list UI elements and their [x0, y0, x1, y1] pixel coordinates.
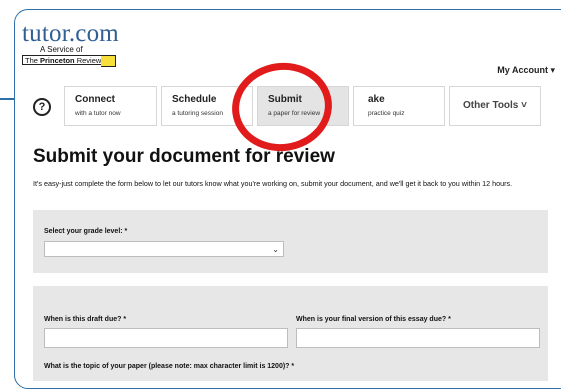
chevron-down-icon: ▾	[550, 65, 555, 75]
brand-suffix: Review	[74, 56, 102, 65]
tab-connect-title: Connect	[75, 94, 115, 105]
intro-text: It's easy-just complete the form below t…	[33, 179, 513, 188]
tab-other-tools[interactable]: Other Tools ˅	[449, 86, 541, 126]
my-account-menu[interactable]: My Account ▾	[497, 65, 555, 76]
tab-take-quiz[interactable]: ake practice quiz	[353, 86, 445, 126]
topic-label: What is the topic of your paper (please …	[44, 363, 295, 370]
main-nav: ? Connect with a tutor now Schedule a tu…	[0, 86, 561, 128]
tab-schedule[interactable]: Schedule a tutoring session	[161, 86, 253, 126]
tab-submit-subtitle: a paper for review	[268, 110, 321, 117]
draft-due-input[interactable]	[44, 328, 288, 348]
due-dates-panel: When is this draft due? * When is your f…	[33, 286, 548, 381]
page-title: Submit your document for review	[33, 146, 335, 167]
my-account-label: My Account	[497, 65, 548, 75]
final-due-input[interactable]	[296, 328, 540, 348]
brand-stripe	[101, 55, 116, 67]
grade-panel: Select your grade level: * ⌄	[33, 210, 548, 273]
tutor-logo[interactable]: tutor.com A Service of The Princeton Rev…	[22, 20, 119, 67]
tab-take-subtitle: practice quiz	[368, 110, 405, 117]
tab-submit-title: Submit	[268, 94, 302, 105]
tab-connect-subtitle: with a tutor now	[75, 110, 121, 117]
grade-label: Select your grade level: *	[44, 228, 128, 235]
princeton-review-badge: The Princeton Review	[22, 55, 116, 67]
grade-select[interactable]: ⌄	[44, 241, 284, 257]
tab-submit[interactable]: Submit a paper for review	[257, 86, 349, 126]
chevron-down-icon: ⌄	[272, 245, 279, 254]
tab-schedule-subtitle: a tutoring session	[172, 110, 223, 117]
draft-due-label: When is this draft due? *	[44, 316, 127, 323]
logo-wordmark: tutor.com	[22, 20, 119, 47]
tab-connect[interactable]: Connect with a tutor now	[64, 86, 157, 126]
help-circle-icon[interactable]: ?	[33, 98, 51, 116]
final-due-label: When is your final version of this essay…	[296, 316, 451, 323]
tab-take-title: ake	[368, 94, 385, 105]
tab-schedule-title: Schedule	[172, 94, 217, 105]
brand-bold: Princeton	[40, 56, 75, 65]
logo-subtitle: A Service of	[40, 45, 83, 54]
brand-prefix: The	[25, 56, 41, 65]
tab-other-tools-label: Other Tools ˅	[463, 100, 527, 111]
